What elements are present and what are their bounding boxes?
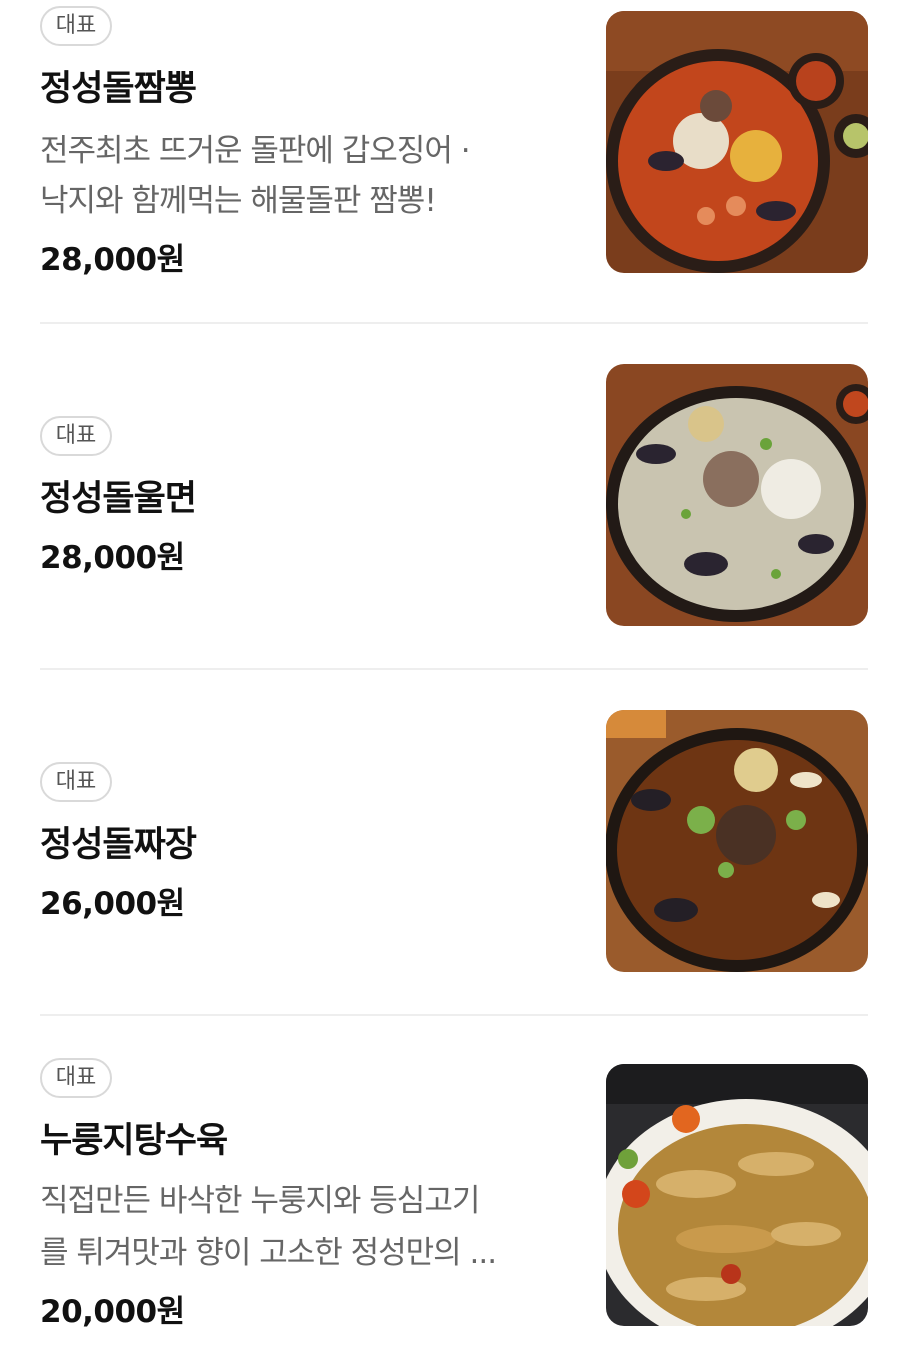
menu-item-description-line1: 전주최초 뜨거운 돌판에 갑오징어 · [40, 133, 471, 169]
menu-item-price: 28,000원 [40, 242, 185, 278]
signature-badge: 대표 [40, 762, 112, 802]
menu-item-photo[interactable] [606, 710, 868, 972]
signature-badge: 대표 [40, 6, 112, 46]
menu-item-price: 26,000원 [40, 886, 185, 922]
menu-item-name: 정성돌짬뽕 [40, 69, 197, 109]
menu-item-description-line2: 를 튀겨맛과 향이 고소한 정성만의 ... [40, 1235, 497, 1271]
menu-item-description-line2: 낙지와 함께먹는 해물돌판 짬뽕! [40, 183, 437, 219]
menu-item-name: 정성돌짜장 [40, 825, 197, 865]
menu-list: 대표 정성돌짬뽕 전주최초 뜨거운 돌판에 갑오징어 · 낙지와 함께먹는 해물… [0, 0, 900, 1350]
menu-item-name: 누룽지탕수육 [40, 1121, 228, 1161]
menu-item-name: 정성돌울면 [40, 479, 197, 519]
signature-badge: 대표 [40, 1058, 112, 1098]
menu-item-price: 20,000원 [40, 1294, 185, 1330]
menu-item-photo[interactable] [606, 11, 868, 273]
menu-item-jjamppong[interactable]: 대표 정성돌짬뽕 전주최초 뜨거운 돌판에 갑오징어 · 낙지와 함께먹는 해물… [0, 0, 900, 322]
signature-badge: 대표 [40, 416, 112, 456]
menu-item-jjajang[interactable]: 대표 정성돌짜장 26,000원 [0, 670, 900, 1012]
menu-item-nurungji-tangsuyuk[interactable]: 대표 누룽지탕수육 직접만든 바삭한 누룽지와 등심고기 를 튀겨맛과 향이 고… [0, 1016, 900, 1350]
menu-item-description-line1: 직접만든 바삭한 누룽지와 등심고기 [40, 1183, 480, 1219]
menu-item-price: 28,000원 [40, 540, 185, 576]
menu-item-photo[interactable] [606, 364, 868, 626]
menu-item-ulmyeon[interactable]: 대표 정성돌울면 28,000원 [0, 324, 900, 666]
menu-item-photo[interactable] [606, 1064, 868, 1326]
